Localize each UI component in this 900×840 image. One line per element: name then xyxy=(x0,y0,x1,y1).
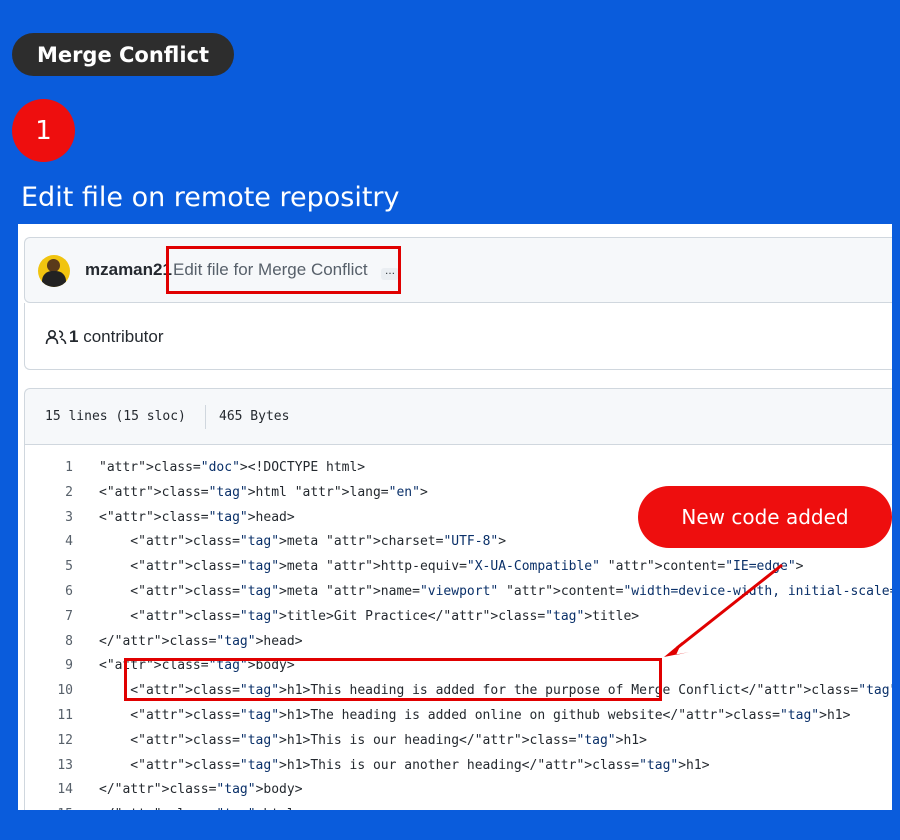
callout-label: New code added xyxy=(681,505,849,529)
line-content: <"attr">class="tag">title>Git Practice</… xyxy=(99,608,640,624)
line-number[interactable]: 14 xyxy=(25,777,73,802)
line-number[interactable]: 3 xyxy=(25,505,73,530)
line-number[interactable]: 1 xyxy=(25,455,73,480)
contributors-box: 1 contributor xyxy=(24,303,892,370)
code-line: 8 </"attr">class="tag">head> xyxy=(25,629,892,654)
file-line-count: 15 lines (15 sloc) xyxy=(45,409,186,424)
code-line: 5 <"attr">class="tag">meta "attr">http-e… xyxy=(25,554,892,579)
code-line: 11 <"attr">class="tag">h1>The heading is… xyxy=(25,703,892,728)
step-heading: Edit file on remote repositry xyxy=(21,182,400,213)
line-content: </"attr">class="tag">head> xyxy=(99,633,303,649)
commit-author-link[interactable]: mzaman21 xyxy=(85,260,172,280)
code-line: 13 <"attr">class="tag">h1>This is our an… xyxy=(25,753,892,778)
contributors-label: contributor xyxy=(83,327,164,346)
title-pill-label: Merge Conflict xyxy=(36,42,210,67)
line-content: </"attr">class="tag">body> xyxy=(99,782,303,798)
line-number[interactable]: 7 xyxy=(25,604,73,629)
line-number[interactable]: 4 xyxy=(25,529,73,554)
line-content: </"attr">class="tag">html> xyxy=(99,802,303,810)
line-content: <"attr">class="tag">h1>The heading is ad… xyxy=(99,708,851,723)
code-line: 12 <"attr">class="tag">h1>This is our he… xyxy=(25,728,892,753)
code-line: 14 </"attr">class="tag">body> xyxy=(25,777,892,802)
line-content: <"attr">class="tag">h1>This is our headi… xyxy=(99,732,647,748)
new-line-highlight-box xyxy=(124,658,662,701)
commit-message-highlight-box xyxy=(166,246,401,294)
people-icon xyxy=(45,329,67,345)
file-info-divider xyxy=(205,405,206,429)
code-line: 6 <"attr">class="tag">meta "attr">name="… xyxy=(25,579,892,604)
line-number[interactable]: 10 xyxy=(25,678,73,703)
line-content: <"attr">class="tag">meta "attr">charset=… xyxy=(99,534,507,550)
line-content: <"attr">class="tag">meta "attr">http-equ… xyxy=(99,559,804,575)
code-line: 1 "attr">class="doc"><!DOCTYPE html> xyxy=(25,455,892,480)
line-number[interactable]: 8 xyxy=(25,629,73,654)
line-number[interactable]: 12 xyxy=(25,728,73,753)
code-line: 15 </"attr">class="tag">html> xyxy=(25,802,892,810)
line-number[interactable]: 6 xyxy=(25,579,73,604)
avatar[interactable] xyxy=(38,255,70,287)
line-number[interactable]: 2 xyxy=(25,480,73,505)
line-content: <"attr">class="tag">html "attr">lang="en… xyxy=(99,484,428,500)
code-line: 7 <"attr">class="tag">title>Git Practice… xyxy=(25,604,892,629)
line-content: "attr">class="doc"><!DOCTYPE html> xyxy=(99,460,366,475)
new-code-callout: New code added xyxy=(638,486,892,548)
line-number[interactable]: 9 xyxy=(25,653,73,678)
line-number[interactable]: 13 xyxy=(25,753,73,778)
step-number-badge: 1 xyxy=(12,99,75,162)
contributors-link[interactable]: 1 contributor xyxy=(69,327,164,347)
title-pill: Merge Conflict xyxy=(12,33,234,76)
latest-commit-bar: mzaman21 Edit file for Merge Conflict … xyxy=(24,237,892,303)
file-info-header: 15 lines (15 sloc) 465 Bytes xyxy=(24,388,892,445)
line-content: <"attr">class="tag">meta "attr">name="vi… xyxy=(99,584,892,599)
line-number[interactable]: 5 xyxy=(25,554,73,579)
file-size: 465 Bytes xyxy=(219,409,290,424)
line-content: <"attr">class="tag">head> xyxy=(99,509,295,525)
line-number[interactable]: 11 xyxy=(25,703,73,728)
line-content: <"attr">class="tag">h1>This is our anoth… xyxy=(99,757,710,773)
step-number: 1 xyxy=(35,115,52,146)
line-number[interactable]: 15 xyxy=(25,802,73,810)
contributors-count: 1 xyxy=(69,327,79,346)
